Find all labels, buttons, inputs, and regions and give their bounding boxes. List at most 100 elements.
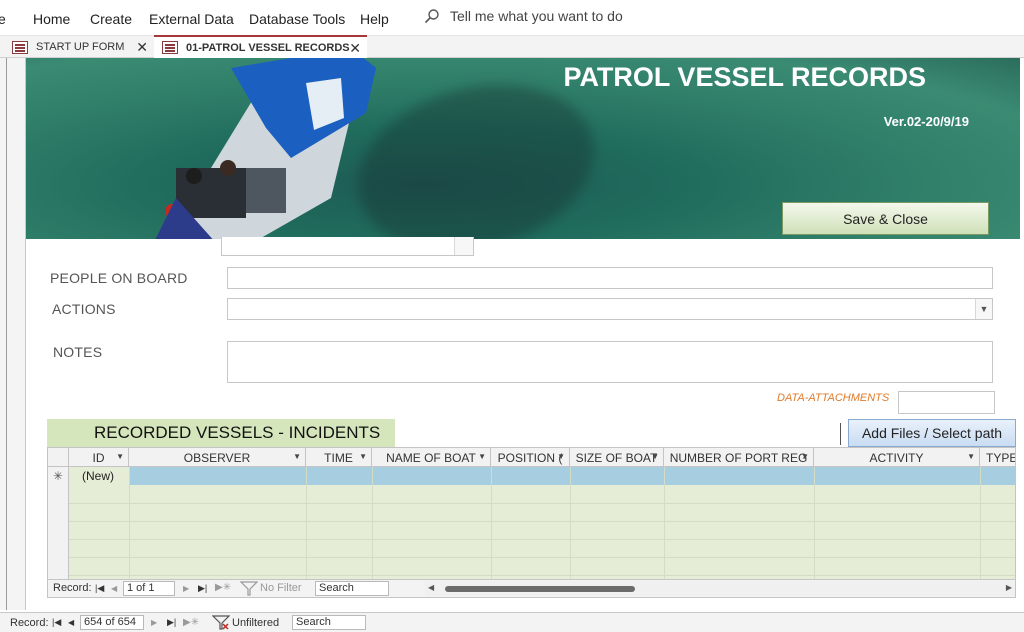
menu-help[interactable]: Help <box>360 11 389 27</box>
grid-line <box>570 467 571 579</box>
menu-home[interactable]: Home <box>33 11 70 27</box>
chevron-down-icon[interactable]: ▼ <box>557 452 565 461</box>
subform-title: RECORDED VESSELS - INCIDENTS <box>47 419 395 447</box>
actions-combo[interactable]: ▼ <box>227 298 993 320</box>
dropdown-button[interactable] <box>454 237 473 255</box>
close-icon[interactable]: ✕ <box>349 40 361 57</box>
column-header-observer[interactable]: OBSERVER ▼ <box>129 448 306 467</box>
menu-create[interactable]: Create <box>90 11 132 27</box>
filter-icon <box>240 581 258 596</box>
search-input[interactable]: Search <box>315 581 389 596</box>
row-selector-column[interactable] <box>48 467 69 579</box>
new-record-button[interactable]: ▶✳ <box>215 582 231 593</box>
chevron-down-icon[interactable]: ▼ <box>116 452 124 461</box>
subform-navigation-bar: Record: |◀ ◀ 1 of 1 ▶ ▶| ▶✳ No Filter Se… <box>47 580 1016 598</box>
grid-line <box>129 467 130 579</box>
last-record-button[interactable]: ▶| <box>198 583 207 594</box>
scroll-right-icon[interactable]: ▶ <box>1006 583 1012 592</box>
menu-database-tools[interactable]: Database Tools <box>249 11 345 27</box>
save-close-button[interactable]: Save & Close <box>782 202 989 235</box>
combo-field-partial[interactable] <box>221 237 474 256</box>
horizontal-scrollbar[interactable]: ◀ ▶ <box>425 581 1015 596</box>
chevron-down-icon[interactable]: ▼ <box>975 299 992 319</box>
grid-line <box>306 467 307 579</box>
datasheet-header: ID ▼ OBSERVER ▼ TIME ▼ NAME OF BOAT ▼ POSITI… <box>48 448 1015 467</box>
grid-line <box>69 521 1015 522</box>
tab-start-up-form[interactable]: START UP FORM ✕ <box>4 36 154 58</box>
add-files-button[interactable]: Add Files / Select path <box>848 419 1016 447</box>
version-label: Ver.02-20/9/19 <box>883 114 969 129</box>
menu-file-partial[interactable]: e <box>0 11 6 27</box>
access-window: e Home Create External Data Database Too… <box>0 0 1024 632</box>
close-icon[interactable]: ✕ <box>136 39 148 56</box>
column-header-size-of-boat[interactable]: SIZE OF BOAT ▼ <box>570 448 664 467</box>
select-all-cell[interactable] <box>48 448 69 467</box>
new-record-button[interactable]: ▶✳ <box>183 617 199 628</box>
boat-photo <box>155 58 376 239</box>
column-header-position[interactable]: POSITION (▼ <box>491 448 570 467</box>
data-attachments-label: DATA-ATTACHMENTS <box>777 392 890 404</box>
column-header-time[interactable]: TIME ▼ <box>306 448 372 467</box>
filter-status[interactable]: Unfiltered <box>232 617 279 629</box>
previous-record-button[interactable]: ◀ <box>68 618 74 627</box>
chevron-down-icon[interactable]: ▼ <box>967 452 975 461</box>
search-icon <box>424 9 439 24</box>
first-record-button[interactable]: |◀ <box>95 583 104 594</box>
tab-patrol-vessel-records[interactable]: 01-PATROL VESSEL RECORDS ✕ <box>154 35 367 58</box>
chevron-down-icon[interactable]: ▼ <box>801 452 809 461</box>
filter-icon <box>212 615 230 630</box>
column-header-name-of-boat[interactable]: NAME OF BOAT ▼ <box>372 448 491 467</box>
chevron-down-icon[interactable]: ▼ <box>478 452 486 461</box>
chevron-down-icon[interactable]: ▼ <box>651 452 659 461</box>
form-icon <box>12 40 28 54</box>
search-input[interactable]: Search <box>292 615 366 630</box>
form-icon <box>162 41 178 54</box>
scroll-left-icon[interactable]: ◀ <box>428 583 434 592</box>
next-record-button[interactable]: ▶ <box>183 584 189 593</box>
tell-me-box[interactable]: Tell me what you want to do <box>424 8 623 24</box>
record-label: Record: <box>10 617 49 629</box>
chevron-down-icon[interactable]: ▼ <box>293 452 301 461</box>
strip-divider <box>6 58 7 610</box>
chevron-down-icon[interactable]: ▼ <box>359 452 367 461</box>
grid-line <box>491 467 492 579</box>
grid-line <box>69 503 1015 504</box>
menu-external-data[interactable]: External Data <box>149 11 234 27</box>
grid-line <box>980 467 981 579</box>
new-record-row[interactable] <box>69 467 1015 485</box>
people-on-board-field[interactable] <box>227 267 993 289</box>
record-position-field[interactable]: 654 of 654 <box>80 615 144 630</box>
grid-line <box>69 575 1015 576</box>
tab-label: START UP FORM <box>36 41 125 53</box>
scroll-thumb[interactable] <box>445 586 635 592</box>
ribbon-menu: e Home Create External Data Database Too… <box>0 0 1024 36</box>
new-record-id[interactable]: (New) <box>69 467 129 485</box>
last-record-button[interactable]: ▶| <box>167 617 176 628</box>
form-title: PATROL VESSEL RECORDS <box>563 62 926 92</box>
grid-line <box>69 557 1015 558</box>
previous-record-button[interactable]: ◀ <box>111 584 117 593</box>
next-record-button[interactable]: ▶ <box>151 618 157 627</box>
column-header-activity[interactable]: ACTIVITY ▼ <box>814 448 980 467</box>
grid-line <box>372 467 373 579</box>
column-header-id[interactable]: ID ▼ <box>69 448 129 467</box>
grid-line <box>814 467 815 579</box>
divider <box>840 423 841 445</box>
notes-field[interactable] <box>227 341 993 383</box>
column-header-port-reg[interactable]: NUMBER OF PORT REG ▼ <box>664 448 814 467</box>
column-header-type[interactable]: TYPE <box>980 448 1015 467</box>
people-on-board-label: PEOPLE ON BOARD <box>50 270 188 286</box>
record-position-field[interactable]: 1 of 1 <box>123 581 175 596</box>
record-label: Record: <box>53 582 92 594</box>
tell-me-text: Tell me what you want to do <box>450 8 623 24</box>
grid-line <box>69 539 1015 540</box>
header-banner: PATROL VESSEL RECORDS Ver.02-20/9/19 Sav… <box>26 58 1020 239</box>
document-tabs: START UP FORM ✕ 01-PATROL VESSEL RECORDS… <box>0 35 1024 58</box>
first-record-button[interactable]: |◀ <box>52 617 61 628</box>
main-navigation-bar: Record: |◀ ◀ 654 of 654 ▶ ▶| ▶✳ Unfilter… <box>0 612 1024 632</box>
notes-label: NOTES <box>53 344 103 360</box>
data-attachments-field[interactable] <box>898 391 995 414</box>
incidents-datasheet: ID ▼ OBSERVER ▼ TIME ▼ NAME OF BOAT ▼ POSITI… <box>47 447 1016 580</box>
filter-status[interactable]: No Filter <box>260 582 302 594</box>
new-record-icon: ✳ <box>53 469 64 483</box>
